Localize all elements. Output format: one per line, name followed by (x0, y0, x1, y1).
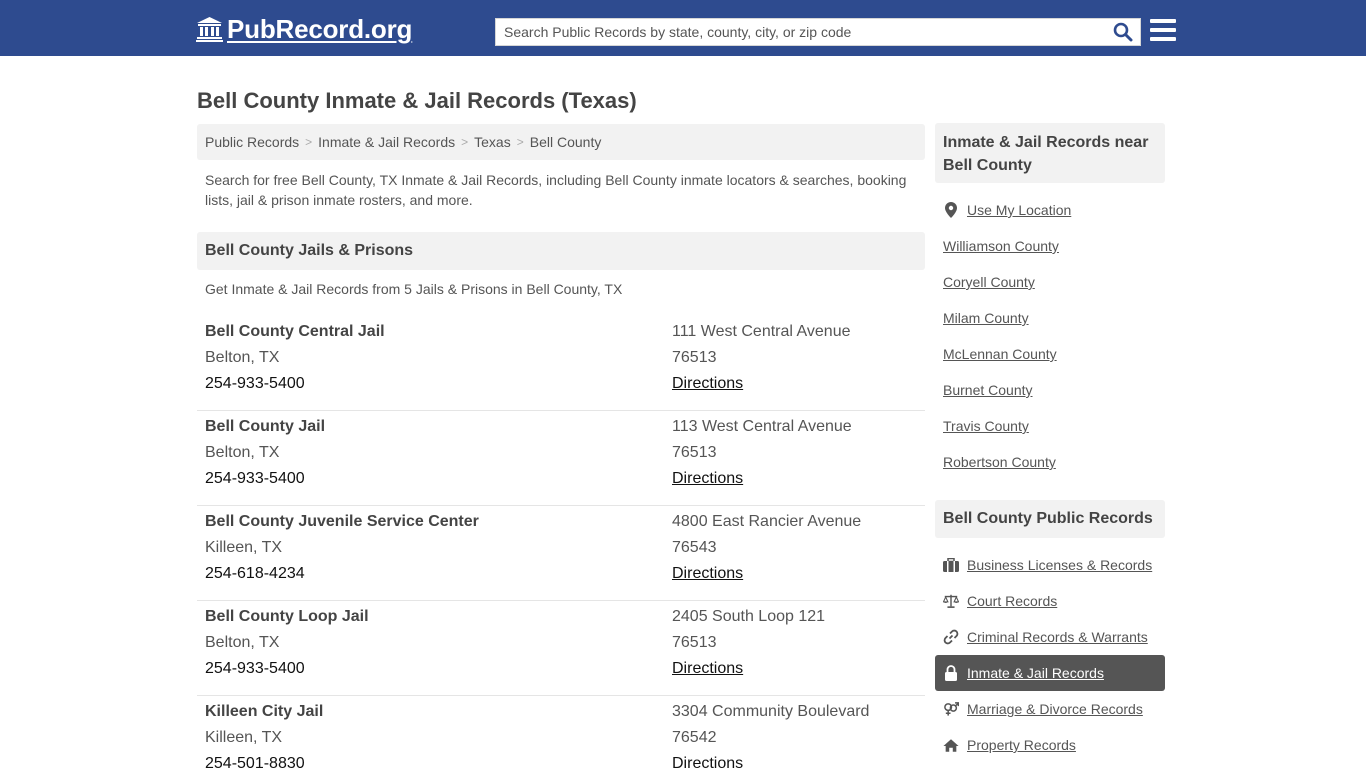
jail-zip: 76542 (672, 729, 717, 746)
jails-section-heading: Bell County Jails & Prisons (197, 232, 925, 270)
property-records-label: Property Records (967, 737, 1076, 753)
directions-link[interactable]: Directions (672, 561, 861, 587)
jail-city: Belton, TX (205, 444, 280, 461)
map-pin-icon (943, 202, 959, 218)
inmate-jail-records-label: Inmate & Jail Records (967, 665, 1104, 681)
jail-city: Killeen, TX (205, 539, 283, 556)
jail-listing: Bell County Loop Jail Belton, TX 254-933… (197, 601, 925, 696)
jail-address: 111 West Central Avenue (672, 323, 851, 340)
logo-text: PubRecord.org (227, 13, 413, 44)
jail-listing: Bell County Central Jail Belton, TX 254-… (197, 316, 925, 411)
use-my-location-link[interactable]: Use My Location (943, 200, 1071, 220)
jail-name: Killeen City Jail (205, 703, 324, 720)
gender-icon (943, 701, 959, 717)
directions-link[interactable]: Directions (672, 656, 825, 682)
jail-listing: Killeen City Jail Killeen, TX 254-501-88… (197, 696, 925, 768)
jail-zip: 76543 (672, 539, 717, 556)
breadcrumb-public-records[interactable]: Public Records (205, 134, 299, 150)
jail-listing: Bell County Jail Belton, TX 254-933-5400… (197, 411, 925, 506)
nearby-county-burnet[interactable]: Burnet County (943, 380, 1033, 400)
property-records-link[interactable]: Property Records (943, 735, 1076, 755)
breadcrumb-bell-county[interactable]: Bell County (530, 134, 602, 150)
jail-name: Bell County Jail (205, 418, 326, 435)
jails-section-subheading: Get Inmate & Jail Records from 5 Jails &… (205, 281, 623, 297)
criminal-records-label: Criminal Records & Warrants (967, 629, 1148, 645)
nearby-county-travis[interactable]: Travis County (943, 416, 1029, 436)
public-records-heading: Bell County Public Records (935, 500, 1165, 538)
business-licenses-link[interactable]: Business Licenses & Records (943, 555, 1152, 575)
criminal-records-link[interactable]: Criminal Records & Warrants (943, 627, 1148, 647)
directions-link[interactable]: Directions (672, 371, 850, 397)
court-records-link[interactable]: Court Records (943, 591, 1057, 611)
nearby-county-coryell[interactable]: Coryell County (943, 272, 1035, 292)
scales-icon (943, 593, 959, 609)
marriage-divorce-link[interactable]: Marriage & Divorce Records (943, 699, 1143, 719)
nearby-records-heading: Inmate & Jail Records near Bell County (935, 123, 1165, 183)
breadcrumb-separator: > (305, 135, 313, 149)
site-logo[interactable]: PubRecord.org (196, 14, 412, 44)
jail-zip: 76513 (672, 444, 717, 461)
courthouse-icon (196, 17, 223, 42)
hamburger-menu-icon[interactable] (1150, 19, 1176, 41)
jail-phone: 254-501-8830 (205, 755, 305, 768)
jail-name: Bell County Central Jail (205, 323, 385, 340)
jail-zip: 76513 (672, 634, 717, 651)
page-title: Bell County Inmate & Jail Records (Texas… (197, 88, 637, 113)
breadcrumb-inmate-jail-records[interactable]: Inmate & Jail Records (318, 134, 455, 150)
search-button[interactable] (1106, 19, 1140, 45)
breadcrumb-texas[interactable]: Texas (474, 134, 511, 150)
breadcrumb: Public Records > Inmate & Jail Records >… (197, 124, 925, 160)
nearby-county-robertson[interactable]: Robertson County (943, 452, 1056, 472)
jail-phone: 254-618-4234 (205, 565, 305, 582)
jail-address: 4800 East Rancier Avenue (672, 513, 862, 530)
jail-city: Killeen, TX (205, 729, 283, 746)
use-my-location-label: Use My Location (967, 202, 1072, 218)
breadcrumb-separator: > (461, 135, 469, 149)
jail-listing: Bell County Juvenile Service Center Kill… (197, 506, 925, 601)
directions-link[interactable]: Directions (672, 751, 869, 768)
jail-name: Bell County Loop Jail (205, 608, 369, 625)
inmate-jail-records-link[interactable]: Inmate & Jail Records (943, 663, 1104, 683)
jail-phone: 254-933-5400 (205, 470, 305, 487)
jail-address: 3304 Community Boulevard (672, 703, 870, 720)
search-input[interactable] (496, 19, 1106, 45)
business-licenses-label: Business Licenses & Records (967, 557, 1153, 573)
jail-city: Belton, TX (205, 634, 280, 651)
marriage-divorce-label: Marriage & Divorce Records (967, 701, 1143, 717)
top-navbar: PubRecord.org (0, 0, 1366, 56)
directions-link[interactable]: Directions (672, 466, 852, 492)
jail-zip: 76513 (672, 349, 717, 366)
jail-city: Belton, TX (205, 349, 280, 366)
jail-phone: 254-933-5400 (205, 375, 305, 392)
intro-text: Search for free Bell County, TX Inmate &… (205, 172, 907, 208)
search-icon (1113, 22, 1133, 42)
court-records-label: Court Records (967, 593, 1058, 609)
jail-address: 2405 South Loop 121 (672, 608, 826, 625)
jail-name: Bell County Juvenile Service Center (205, 513, 479, 530)
nearby-county-milam[interactable]: Milam County (943, 308, 1029, 328)
nearby-county-williamson[interactable]: Williamson County (943, 236, 1059, 256)
home-icon (943, 737, 959, 753)
nearby-county-mclennan[interactable]: McLennan County (943, 344, 1057, 364)
lock-icon (943, 665, 959, 681)
breadcrumb-separator: > (516, 135, 524, 149)
briefcase-icon (943, 557, 959, 573)
link-icon (943, 629, 959, 645)
search-bar (495, 18, 1141, 46)
jail-address: 113 West Central Avenue (672, 418, 852, 435)
jail-phone: 254-933-5400 (205, 660, 305, 677)
